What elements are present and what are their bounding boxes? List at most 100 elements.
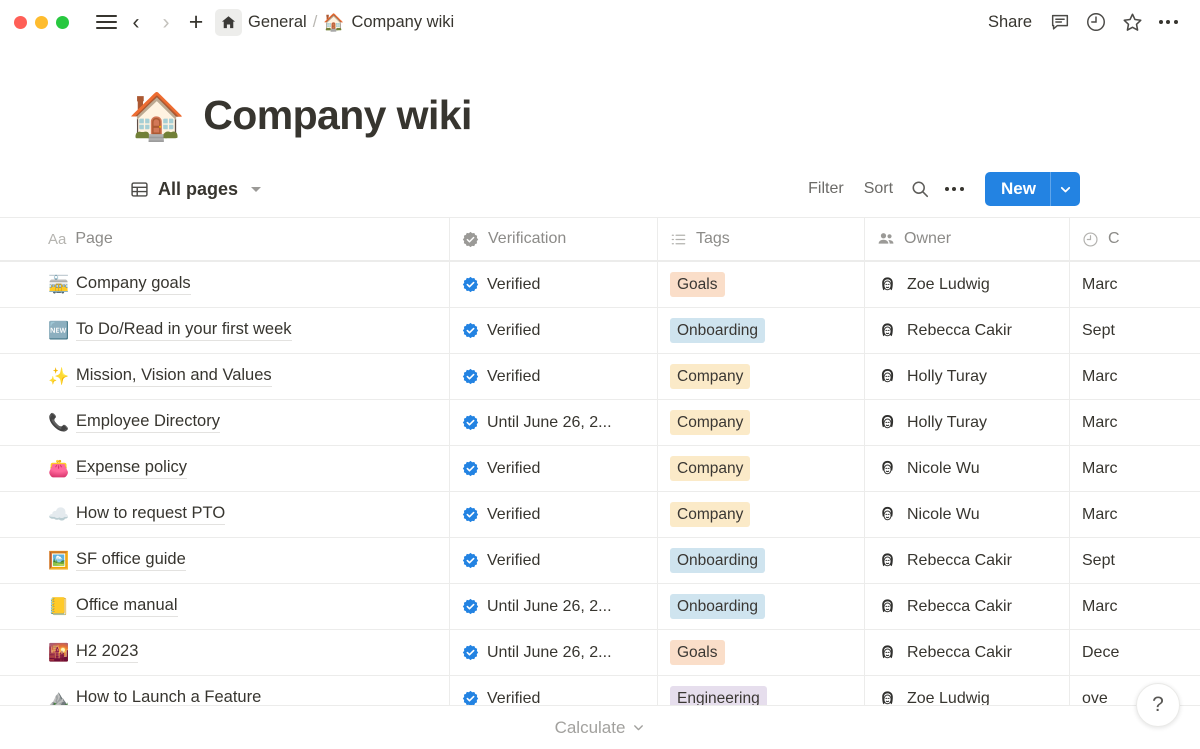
comments-button[interactable]: [1044, 6, 1076, 38]
table-row[interactable]: 🆕 To Do/Read in your first week Verified On…: [0, 307, 1200, 353]
page-link[interactable]: Employee Directory: [76, 412, 220, 433]
cell-page[interactable]: 📞 Employee Directory: [0, 400, 450, 445]
tag-chip[interactable]: Company: [670, 502, 751, 527]
cell-date[interactable]: Marc: [1070, 400, 1200, 445]
cell-owner[interactable]: Nicole Wu: [865, 492, 1070, 537]
cell-owner[interactable]: Holly Turay: [865, 354, 1070, 399]
cell-owner[interactable]: Rebecca Cakir: [865, 538, 1070, 583]
cell-verification[interactable]: Verified: [450, 492, 658, 537]
page-title[interactable]: Company wiki: [203, 92, 472, 139]
search-button[interactable]: [905, 174, 935, 204]
cell-date[interactable]: Marc: [1070, 492, 1200, 537]
close-window-button[interactable]: [14, 15, 27, 29]
tag-chip[interactable]: Company: [670, 456, 751, 481]
cell-date[interactable]: Marc: [1070, 262, 1200, 307]
cell-page[interactable]: ☁️ How to request PTO: [0, 492, 450, 537]
cell-owner[interactable]: Nicole Wu: [865, 446, 1070, 491]
page-emoji[interactable]: 🏠: [128, 93, 185, 139]
cell-tags[interactable]: Company: [658, 446, 865, 491]
cell-date[interactable]: Marc: [1070, 584, 1200, 629]
tag-chip[interactable]: Onboarding: [670, 594, 766, 619]
cell-date[interactable]: Sept: [1070, 308, 1200, 353]
table-row[interactable]: 👛 Expense policy Verified Company Nicole Wu M…: [0, 445, 1200, 491]
cell-date[interactable]: Marc: [1070, 446, 1200, 491]
page-link[interactable]: H2 2023: [76, 642, 139, 663]
table-row[interactable]: ☁️ How to request PTO Verified Company Nicol…: [0, 491, 1200, 537]
favorite-button[interactable]: [1116, 6, 1148, 38]
view-tab-all-pages[interactable]: All pages: [128, 175, 267, 204]
breadcrumb-parent[interactable]: General: [248, 13, 307, 32]
help-button[interactable]: ?: [1136, 683, 1180, 727]
tag-chip[interactable]: Onboarding: [670, 318, 766, 343]
cell-verification[interactable]: Until June 26, 2...: [450, 400, 658, 445]
sort-button[interactable]: Sort: [856, 175, 901, 203]
table-row[interactable]: 📒 Office manual Until June 26, 2... Onboard…: [0, 583, 1200, 629]
table-row[interactable]: 🖼️ SF office guide Verified Onboarding Rebec…: [0, 537, 1200, 583]
column-header-owner[interactable]: Owner: [865, 218, 1070, 260]
cell-owner[interactable]: Zoe Ludwig: [865, 262, 1070, 307]
cell-tags[interactable]: Onboarding: [658, 308, 865, 353]
cell-page[interactable]: 🚋 Company goals: [0, 262, 450, 307]
tag-chip[interactable]: Company: [670, 410, 751, 435]
tag-chip[interactable]: Goals: [670, 640, 725, 665]
share-button[interactable]: Share: [980, 9, 1040, 36]
cell-date[interactable]: Sept: [1070, 538, 1200, 583]
back-button[interactable]: ‹: [121, 7, 151, 37]
cell-tags[interactable]: Onboarding: [658, 584, 865, 629]
column-header-date[interactable]: C: [1070, 218, 1200, 260]
table-row[interactable]: 🚋 Company goals Verified Goals Zoe Ludwig Mar…: [0, 261, 1200, 307]
cell-tags[interactable]: Company: [658, 400, 865, 445]
sidebar-toggle-button[interactable]: [91, 7, 121, 37]
cell-verification[interactable]: Verified: [450, 308, 658, 353]
forward-button[interactable]: ›: [151, 7, 181, 37]
maximize-window-button[interactable]: [56, 15, 69, 29]
table-row[interactable]: 📞 Employee Directory Until June 26, 2... Co…: [0, 399, 1200, 445]
breadcrumb-current[interactable]: Company wiki: [351, 13, 454, 32]
cell-tags[interactable]: Goals: [658, 262, 865, 307]
cell-page[interactable]: 🖼️ SF office guide: [0, 538, 450, 583]
cell-tags[interactable]: Company: [658, 492, 865, 537]
column-header-verification[interactable]: Verification: [450, 218, 658, 260]
cell-verification[interactable]: Until June 26, 2...: [450, 584, 658, 629]
new-page-button[interactable]: +: [181, 7, 211, 37]
minimize-window-button[interactable]: [35, 15, 48, 29]
home-button[interactable]: [215, 8, 242, 36]
cell-verification[interactable]: Verified: [450, 354, 658, 399]
cell-verification[interactable]: Until June 26, 2...: [450, 630, 658, 675]
tag-chip[interactable]: Onboarding: [670, 548, 766, 573]
more-options-button[interactable]: [1152, 6, 1184, 38]
cell-page[interactable]: 👛 Expense policy: [0, 446, 450, 491]
column-header-tags[interactable]: Tags: [658, 218, 865, 260]
table-row[interactable]: 🌇 H2 2023 Until June 26, 2... Goals Rebecca …: [0, 629, 1200, 675]
cell-verification[interactable]: Verified: [450, 538, 658, 583]
cell-verification[interactable]: Verified: [450, 446, 658, 491]
new-button[interactable]: New: [985, 172, 1050, 206]
cell-page[interactable]: 🌇 H2 2023: [0, 630, 450, 675]
page-link[interactable]: How to request PTO: [76, 504, 226, 525]
page-link[interactable]: To Do/Read in your first week: [76, 320, 292, 341]
page-link[interactable]: SF office guide: [76, 550, 186, 571]
history-button[interactable]: [1080, 6, 1112, 38]
cell-tags[interactable]: Company: [658, 354, 865, 399]
table-row[interactable]: ✨ Mission, Vision and Values Verified Compa…: [0, 353, 1200, 399]
cell-verification[interactable]: Verified: [450, 262, 658, 307]
cell-page[interactable]: 📒 Office manual: [0, 584, 450, 629]
page-link[interactable]: Expense policy: [76, 458, 187, 479]
calculate-button[interactable]: Calculate: [555, 718, 646, 738]
column-header-page[interactable]: Aa Page: [0, 218, 450, 260]
cell-page[interactable]: 🆕 To Do/Read in your first week: [0, 308, 450, 353]
cell-owner[interactable]: Rebecca Cakir: [865, 630, 1070, 675]
cell-date[interactable]: Dece: [1070, 630, 1200, 675]
page-link[interactable]: Office manual: [76, 596, 178, 617]
tag-chip[interactable]: Goals: [670, 272, 725, 297]
cell-date[interactable]: Marc: [1070, 354, 1200, 399]
cell-page[interactable]: ✨ Mission, Vision and Values: [0, 354, 450, 399]
cell-owner[interactable]: Rebecca Cakir: [865, 308, 1070, 353]
new-dropdown-button[interactable]: [1050, 172, 1080, 206]
view-more-options-button[interactable]: [939, 174, 969, 204]
page-link[interactable]: Company goals: [76, 274, 191, 295]
cell-owner[interactable]: Rebecca Cakir: [865, 584, 1070, 629]
tag-chip[interactable]: Company: [670, 364, 751, 389]
cell-tags[interactable]: Onboarding: [658, 538, 865, 583]
cell-owner[interactable]: Holly Turay: [865, 400, 1070, 445]
